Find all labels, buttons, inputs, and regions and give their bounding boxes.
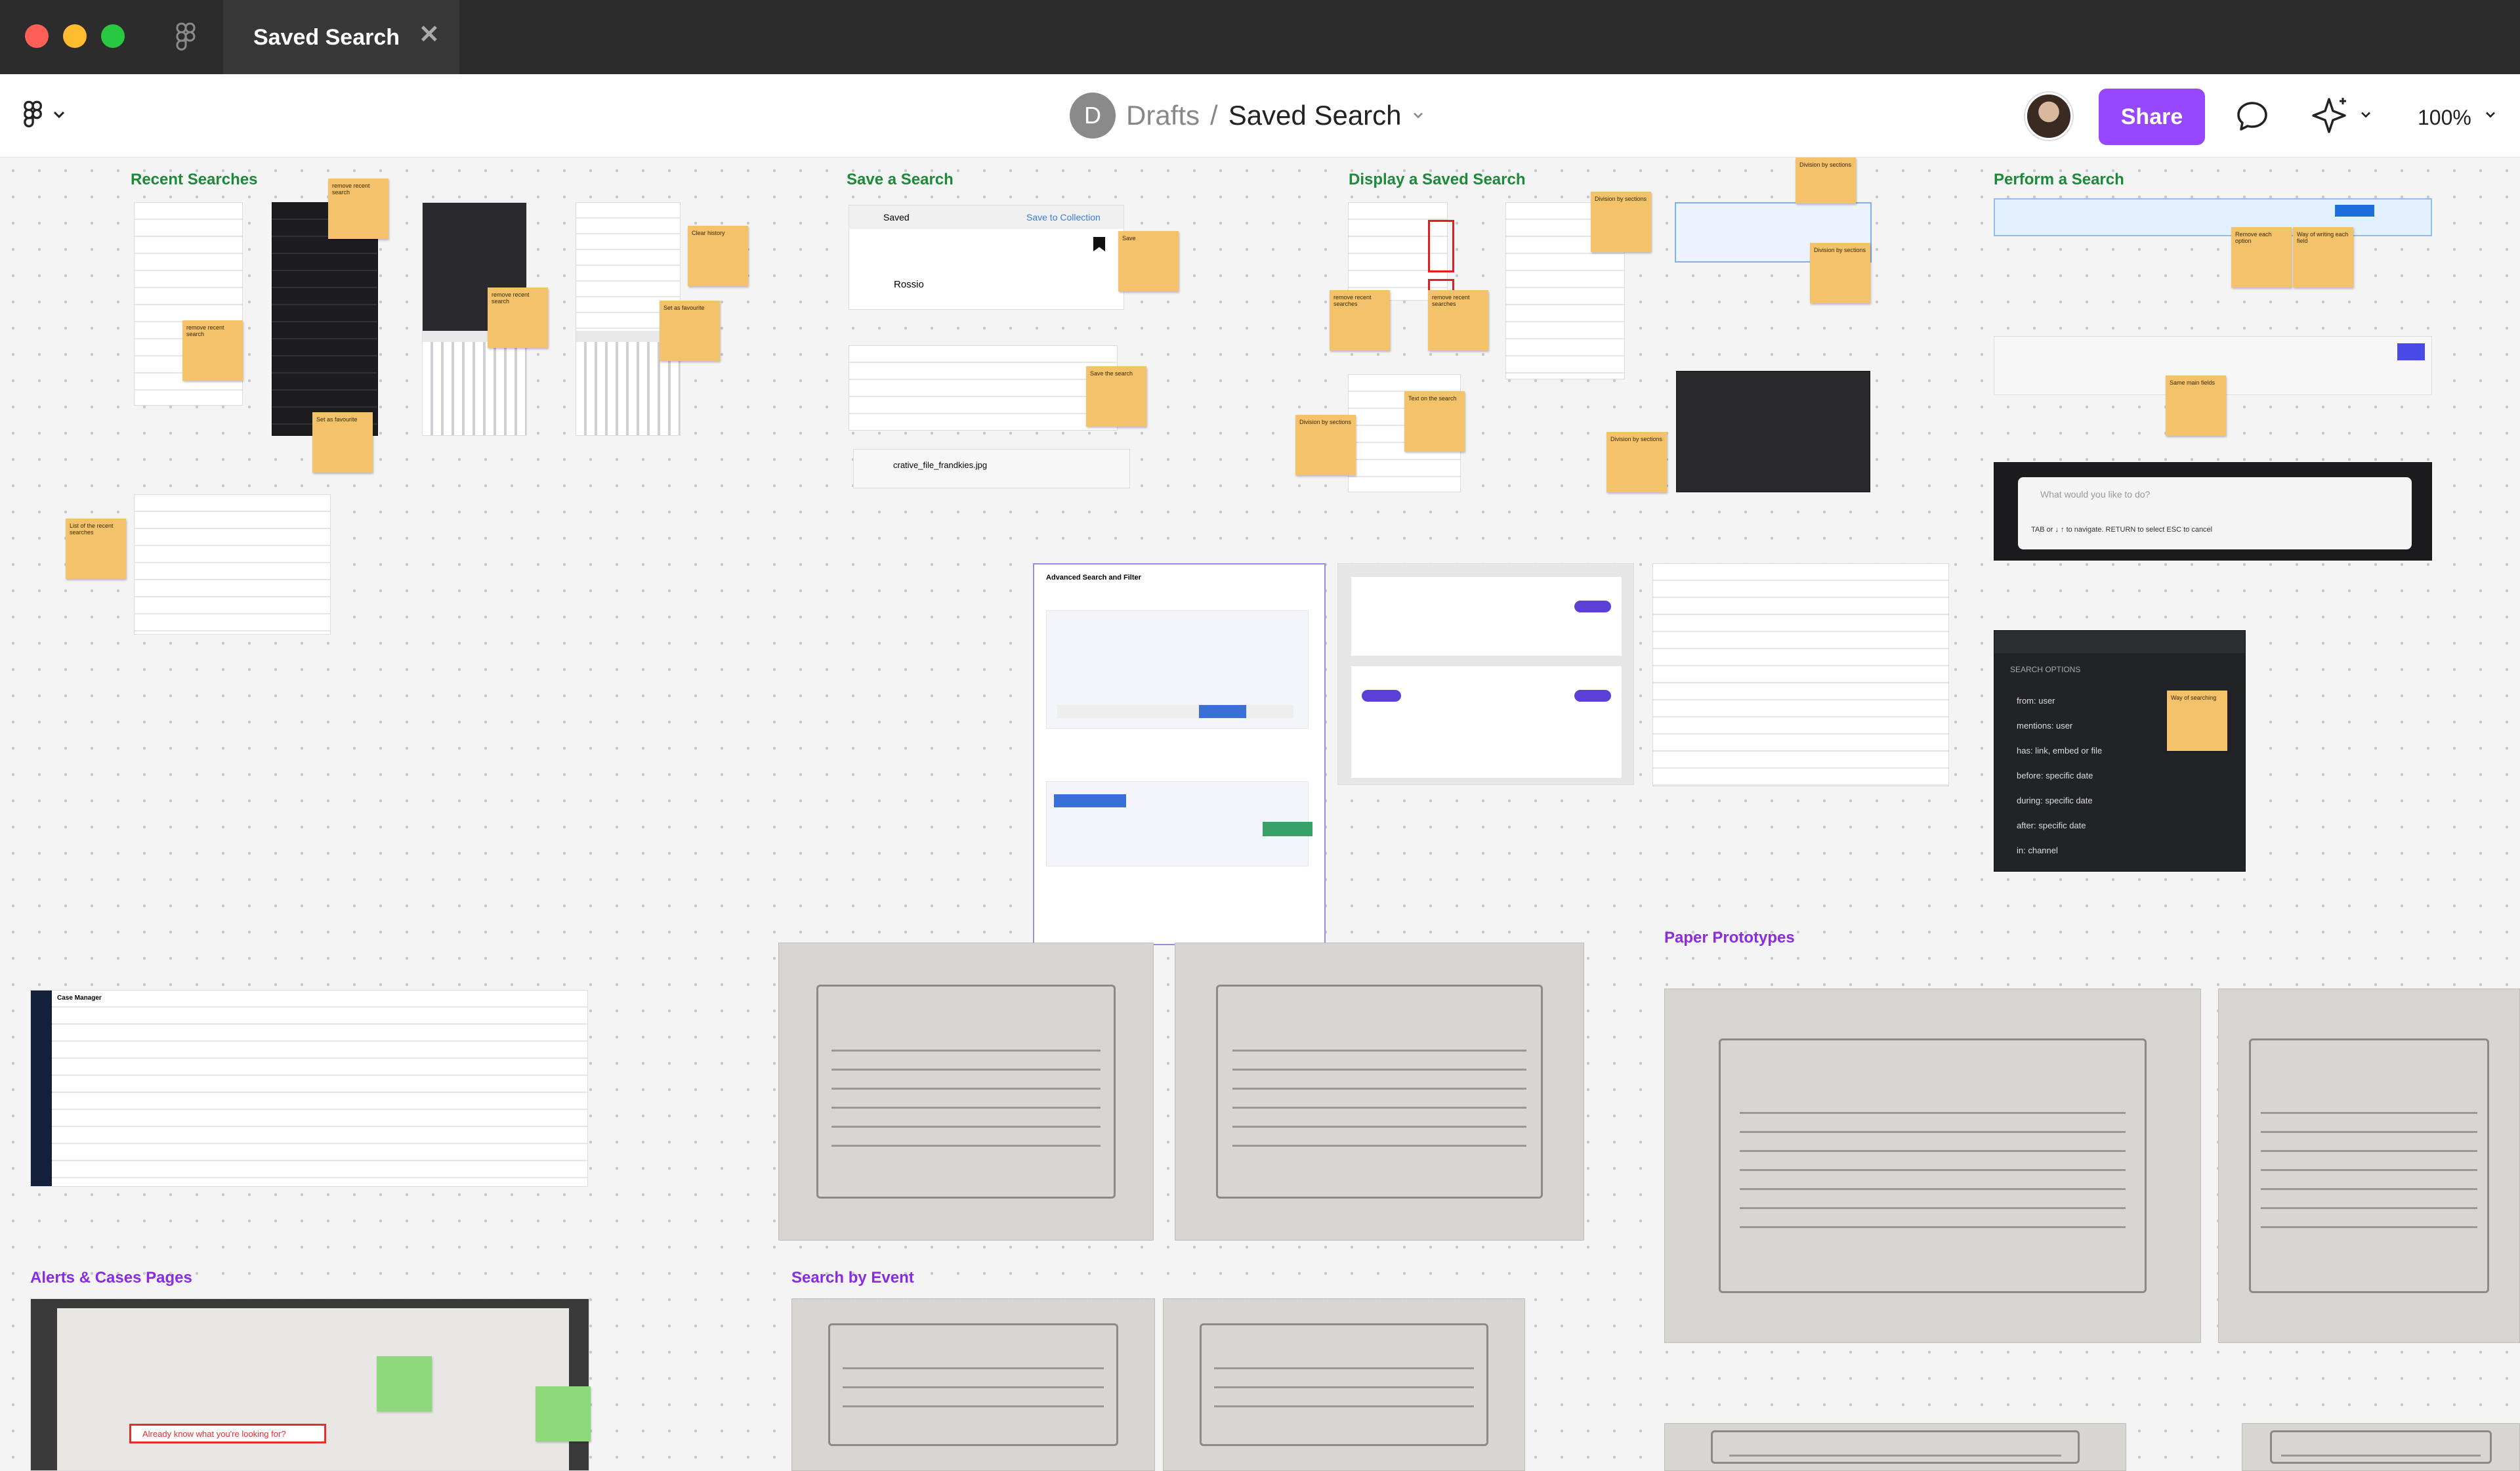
frame-search-options[interactable]: SEARCH OPTIONS from: user mentions: user…	[1994, 630, 2246, 872]
sticky-note[interactable]: Division by sections	[1295, 415, 1356, 475]
sticky-note-green[interactable]	[377, 1356, 432, 1411]
editor-toolbar: D Drafts / Saved Search Share 100%	[0, 74, 2520, 158]
section-title-recent-searches[interactable]: Recent Searches	[131, 171, 257, 189]
case-manager-title: Case Manager	[57, 994, 102, 1002]
sticky-note[interactable]: Same main fields	[2166, 375, 2226, 436]
zoom-level[interactable]: 100%	[2418, 106, 2471, 130]
search-option[interactable]: before: specific date	[2017, 763, 2102, 788]
sticky-note[interactable]: Division by sections	[1591, 192, 1651, 252]
frame-recent-searches-desktop[interactable]	[134, 494, 331, 635]
close-tab-icon[interactable]: ✕	[419, 20, 440, 49]
maximize-window-button[interactable]	[101, 24, 125, 48]
frame-display-saved-dark[interactable]	[1676, 371, 1870, 492]
frame-filter-pills[interactable]	[1337, 563, 1634, 785]
main-menu-button[interactable]	[24, 100, 66, 129]
sticky-note[interactable]: remove recent search	[328, 179, 388, 239]
sticky-note[interactable]: remove recent search	[182, 320, 243, 381]
chevron-down-icon	[53, 111, 65, 119]
close-window-button[interactable]	[25, 24, 49, 48]
chevron-down-icon[interactable]	[2360, 111, 2372, 119]
already-know-text: Already know what you're looking for?	[142, 1429, 286, 1439]
file-tab-title: Saved Search	[253, 25, 400, 50]
design-canvas[interactable]: Recent Searches Save a Search Display a …	[0, 158, 2520, 1471]
window-titlebar: Saved Search ✕	[0, 0, 2520, 74]
frame-alerts-photo[interactable]: Already know what you're looking for?	[30, 1298, 589, 1471]
bookmark-icon[interactable]	[1093, 237, 1105, 251]
frame-search-by-event-2[interactable]	[1163, 1298, 1525, 1471]
section-title-alerts-cases[interactable]: Alerts & Cases Pages	[30, 1269, 192, 1287]
chevron-down-icon[interactable]	[2485, 111, 2496, 119]
section-title-save-a-search[interactable]: Save a Search	[847, 171, 954, 189]
section-title-display-saved-search[interactable]: Display a Saved Search	[1349, 171, 1525, 189]
frame-file-link-copied[interactable]: crative_file_frandkies.jpg	[853, 449, 1130, 488]
frame-paper-prototype-1[interactable]	[778, 943, 1154, 1241]
command-search-prompt[interactable]: What would you like to do?	[2040, 489, 2150, 500]
frame-paper-prototype-4[interactable]	[2218, 989, 2520, 1343]
breadcrumb: D Drafts / Saved Search	[1070, 93, 1424, 139]
frame-paper-prototype-2[interactable]	[1175, 943, 1584, 1241]
search-option[interactable]: during: specific date	[2017, 788, 2102, 813]
highlight-box	[1428, 220, 1454, 272]
frame-case-manager[interactable]: Case Manager	[30, 990, 588, 1187]
sticky-note[interactable]: remove recent searches	[1428, 290, 1488, 351]
share-button[interactable]: Share	[2099, 89, 2205, 145]
sticky-note[interactable]: Division by sections	[1606, 432, 1667, 492]
sticky-note[interactable]: Way of searching	[2167, 691, 2227, 751]
sticky-note[interactable]: Way of writing each field	[2293, 227, 2353, 288]
saved-header: Saved	[883, 212, 910, 223]
sticky-note[interactable]: Text on the search	[1404, 391, 1465, 452]
chevron-down-icon[interactable]	[1412, 112, 1424, 119]
breadcrumb-parent[interactable]: Drafts	[1126, 100, 1200, 131]
sticky-note[interactable]: Set as favourite	[312, 412, 373, 473]
frame-search-by-event-1[interactable]	[791, 1298, 1155, 1471]
sticky-note[interactable]: Save	[1118, 231, 1179, 291]
search-options-list: from: user mentions: user has: link, emb…	[2017, 689, 2102, 863]
sticky-note[interactable]: Clear history	[688, 226, 748, 286]
frame-search-filters-bar[interactable]	[1994, 198, 2432, 236]
team-avatar[interactable]: D	[1070, 93, 1116, 139]
search-options-title: SEARCH OPTIONS	[2010, 665, 2081, 674]
frame-save-the-search[interactable]	[849, 345, 1118, 431]
sticky-note[interactable]: Set as favourite	[660, 301, 720, 361]
sticky-note[interactable]: remove recent searches	[1330, 290, 1390, 351]
breadcrumb-current[interactable]: Saved Search	[1228, 100, 1402, 131]
place-name: Rossio	[894, 279, 924, 290]
section-title-perform-a-search[interactable]: Perform a Search	[1994, 171, 2124, 189]
sticky-note[interactable]: Remove each option	[2231, 227, 2292, 288]
search-option[interactable]: mentions: user	[2017, 714, 2102, 738]
figma-home-icon[interactable]	[176, 22, 197, 56]
sticky-note-green[interactable]	[536, 1386, 591, 1441]
save-to-collection-link[interactable]: Save to Collection	[1026, 212, 1101, 223]
sticky-note[interactable]: List of the recent searches	[66, 519, 126, 579]
comment-icon[interactable]	[2235, 99, 2270, 135]
frame-command-palette[interactable]: What would you like to do? TAB or ↓ ↑ to…	[1994, 462, 2432, 561]
frame-filter-table[interactable]	[1652, 563, 1949, 786]
frame-advanced-search-filter[interactable]: Advanced Search and Filter	[1033, 563, 1326, 945]
section-title-search-by-event[interactable]: Search by Event	[791, 1269, 914, 1287]
frame-paper-prototype-6[interactable]	[2242, 1423, 2520, 1471]
search-option[interactable]: has: link, embed or file	[2017, 738, 2102, 763]
advanced-search-title: Advanced Search and Filter	[1046, 574, 1141, 582]
frame-paper-prototype-5[interactable]	[1664, 1423, 2126, 1471]
file-name: crative_file_frandkies.jpg	[893, 460, 988, 470]
figma-logo-icon	[24, 100, 42, 127]
section-title-paper-prototypes[interactable]: Paper Prototypes	[1664, 929, 1795, 947]
file-tab[interactable]: Saved Search ✕	[223, 0, 459, 74]
search-option[interactable]: in: channel	[2017, 838, 2102, 863]
command-nav-hint: TAB or ↓ ↑ to navigate. RETURN to select…	[2031, 526, 2213, 534]
frame-paper-prototype-3[interactable]	[1664, 989, 2201, 1343]
user-avatar[interactable]	[2025, 93, 2072, 140]
sticky-note[interactable]: Save the search	[1086, 366, 1146, 427]
sparkle-ai-icon[interactable]	[2309, 95, 2349, 136]
search-option[interactable]: from: user	[2017, 689, 2102, 714]
frame-saved-collection[interactable]: Saved Save to Collection Rossio	[849, 205, 1124, 310]
breadcrumb-separator: /	[1210, 100, 1218, 131]
sticky-note[interactable]: Division by sections	[1810, 243, 1870, 303]
sticky-note[interactable]: Division by sections	[1796, 158, 1856, 203]
sticky-note[interactable]: remove recent search	[488, 288, 548, 348]
minimize-window-button[interactable]	[63, 24, 87, 48]
search-option[interactable]: after: specific date	[2017, 813, 2102, 838]
